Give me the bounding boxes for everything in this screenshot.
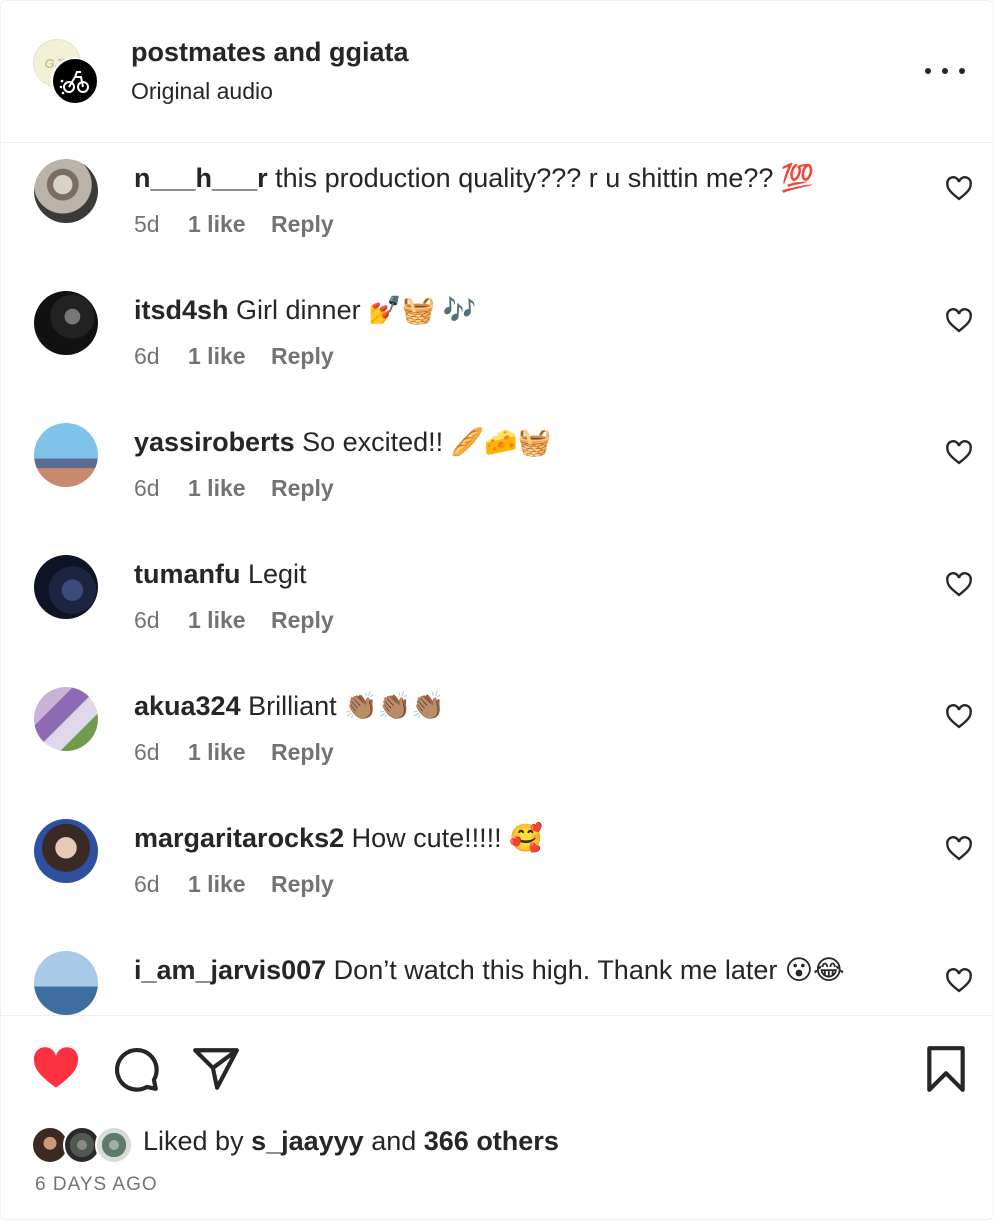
liked-by-others[interactable]: 366 others (424, 1126, 559, 1156)
more-options-button[interactable] (925, 59, 965, 83)
comment-item: akua324 Brilliant 👏🏽👏🏽👏🏽 6d 1 like Reply (1, 671, 994, 803)
reply-button[interactable]: Reply (271, 871, 334, 898)
heart-icon[interactable] (945, 967, 973, 995)
liked-by-username[interactable]: s_jaayyy (251, 1126, 364, 1156)
comment-item: yassiroberts So excited!! 🥖🧀🧺 6d 1 like … (1, 407, 994, 539)
comment-text: tumanfu Legit (134, 557, 924, 591)
comment-meta: 6d 1 like Reply (134, 871, 334, 898)
comment-likes[interactable]: 1 like (188, 211, 271, 238)
post-timestamp[interactable]: 6 DAYS AGO (35, 1174, 158, 1196)
heart-icon[interactable] (945, 571, 973, 599)
comment-username[interactable]: yassiroberts (134, 427, 295, 457)
more-dot (942, 68, 948, 74)
comment-text: itsd4sh Girl dinner 💅🧺 🎶 (134, 293, 924, 327)
heart-icon[interactable] (945, 307, 973, 335)
comment-text: akua324 Brilliant 👏🏽👏🏽👏🏽 (134, 689, 924, 723)
comment-text: margaritarocks2 How cute!!!!! 🥰 (134, 821, 924, 855)
comment-text: n___h___r this production quality??? r u… (134, 161, 924, 195)
comment-likes[interactable]: 1 like (188, 607, 271, 634)
comment-time: 6d (134, 607, 160, 633)
comment-meta: 6d 1 like Reply (134, 343, 334, 370)
comment-meta: 5d 1 like Reply (134, 211, 334, 238)
comment-time: 6d (134, 739, 160, 765)
post-panel: GJT postmates and ggiata Original audio (0, 0, 994, 1220)
comment-meta: 6d 1 like Reply (134, 607, 334, 634)
heart-icon[interactable] (945, 835, 973, 863)
comment-username[interactable]: i_am_jarvis007 (134, 955, 326, 985)
audio-link[interactable]: Original audio (131, 78, 273, 105)
share-icon[interactable] (191, 1044, 241, 1094)
comment-body: Legit (240, 559, 307, 589)
comment-username[interactable]: margaritarocks2 (134, 823, 344, 853)
reply-button[interactable]: Reply (271, 343, 334, 370)
comment-likes[interactable]: 1 like (188, 343, 271, 370)
comment-avatar[interactable] (34, 951, 98, 1015)
comment-username[interactable]: n___h___r (134, 163, 268, 193)
more-horizontal-icon (925, 68, 931, 74)
comment-likes[interactable]: 1 like (188, 739, 271, 766)
comment-avatar[interactable] (34, 819, 98, 883)
heart-icon[interactable] (945, 703, 973, 731)
comment-likes[interactable]: 1 like (188, 475, 271, 502)
comment-time: 6d (134, 343, 160, 369)
comment-avatar[interactable] (34, 291, 98, 355)
comment-item: i_am_jarvis007 Don’t watch this high. Th… (1, 935, 994, 1015)
heart-icon[interactable] (945, 175, 973, 203)
comment-meta: 6d 1 like Reply (134, 475, 334, 502)
comment-item: n___h___r this production quality??? r u… (1, 143, 994, 275)
comment-likes[interactable]: 1 like (188, 871, 271, 898)
comment-text: i_am_jarvis007 Don’t watch this high. Th… (134, 953, 924, 987)
comment-time: 5d (134, 211, 160, 237)
reply-button[interactable]: Reply (271, 607, 334, 634)
comment-icon[interactable] (111, 1044, 161, 1094)
liked-by-text[interactable]: Liked by s_jaayyy and 366 others (143, 1126, 559, 1157)
liker-avatar[interactable] (95, 1126, 133, 1164)
comment-body: Don’t watch this high. Thank me later 😮😂 (326, 955, 845, 985)
comments-list[interactable]: n___h___r this production quality??? r u… (1, 143, 994, 1015)
comment-body: this production quality??? r u shittin m… (267, 163, 815, 193)
post-author-title[interactable]: postmates and ggiata (131, 37, 409, 68)
comment-item: itsd4sh Girl dinner 💅🧺 🎶 6d 1 like Reply (1, 275, 994, 407)
comment-body: How cute!!!!! 🥰 (344, 823, 543, 853)
comment-time: 6d (134, 475, 160, 501)
comment-body: So excited!! 🥖🧀🧺 (294, 427, 552, 457)
comment-username[interactable]: itsd4sh (134, 295, 229, 325)
comment-username[interactable]: tumanfu (134, 559, 240, 589)
heart-icon[interactable] (945, 439, 973, 467)
post-actions-footer: Liked by s_jaayyy and 366 others 6 DAYS … (1, 1015, 994, 1221)
comment-item: margaritarocks2 How cute!!!!! 🥰 6d 1 lik… (1, 803, 994, 935)
heart-icon[interactable] (31, 1044, 81, 1094)
postmates-logo-icon (59, 71, 89, 95)
more-dot (959, 68, 965, 74)
avatar-postmates[interactable] (51, 57, 99, 105)
comment-username[interactable]: akua324 (134, 691, 241, 721)
comment-avatar[interactable] (34, 687, 98, 751)
reply-button[interactable]: Reply (271, 475, 334, 502)
comment-avatar[interactable] (34, 423, 98, 487)
comment-text: yassiroberts So excited!! 🥖🧀🧺 (134, 425, 924, 459)
post-header: GJT postmates and ggiata Original audio (1, 1, 994, 143)
liked-by-and: and (363, 1126, 424, 1156)
bookmark-icon[interactable] (921, 1044, 971, 1094)
reply-button[interactable]: Reply (271, 211, 334, 238)
comment-avatar[interactable] (34, 159, 98, 223)
comment-body: Brilliant 👏🏽👏🏽👏🏽 (240, 691, 445, 721)
collab-avatars[interactable]: GJT (31, 37, 101, 107)
liked-by-prefix: Liked by (143, 1126, 252, 1156)
comment-time: 6d (134, 871, 160, 897)
comment-body: Girl dinner 💅🧺 🎶 (228, 295, 477, 325)
reply-button[interactable]: Reply (271, 739, 334, 766)
comment-meta: 6d 1 like Reply (134, 739, 334, 766)
comment-item: tumanfu Legit 6d 1 like Reply (1, 539, 994, 671)
comment-avatar[interactable] (34, 555, 98, 619)
